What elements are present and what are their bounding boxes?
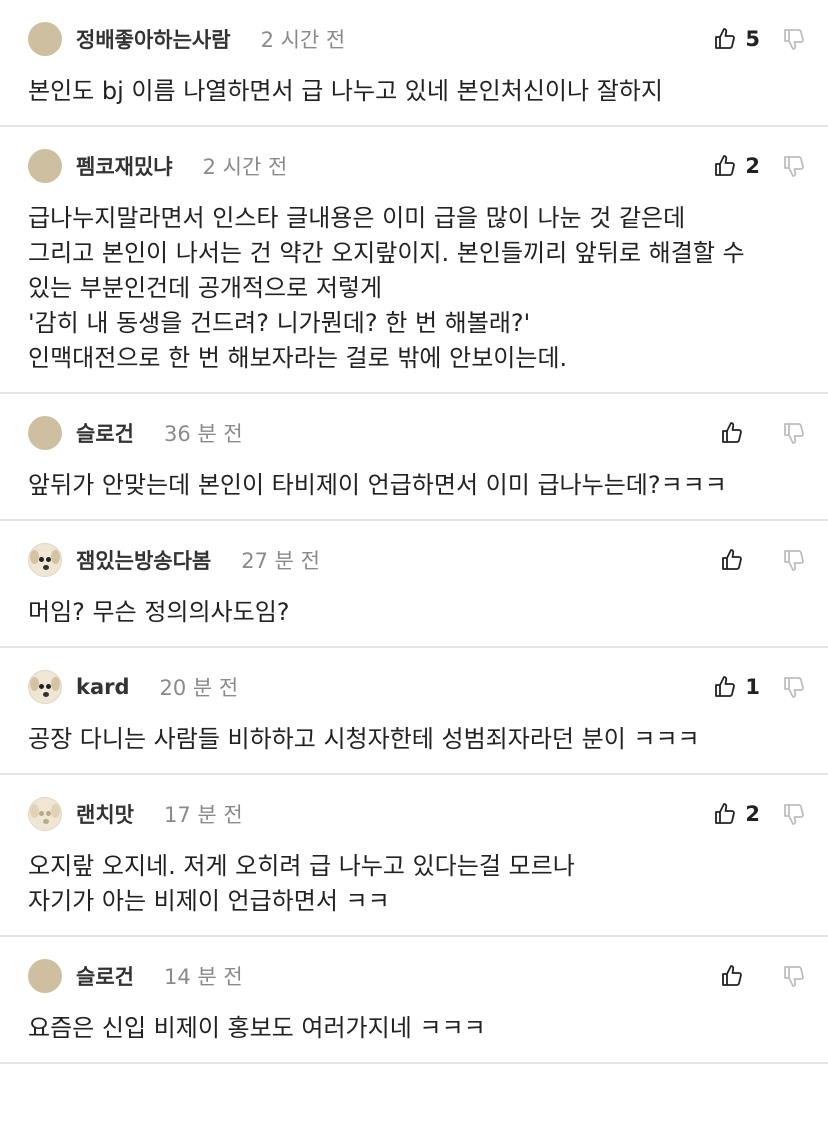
dislike-button[interactable] bbox=[782, 421, 806, 445]
username[interactable]: 잼있는방송다봄 bbox=[76, 545, 211, 575]
username[interactable]: kard bbox=[76, 675, 130, 699]
timestamp: 17 분 전 bbox=[163, 803, 243, 827]
dislike-button[interactable] bbox=[782, 27, 806, 51]
comment-text-line: 인맥대전으로 한 번 해보자라는 걸로 밖에 안보이는데. bbox=[28, 344, 568, 372]
comment-text-line: 공장 다니는 사람들 비하하고 시청자한테 성범죄자라던 분이 ㅋㅋㅋ bbox=[28, 725, 700, 753]
comment-header: 잼있는방송다봄 27 분 전 bbox=[28, 521, 806, 599]
timestamp: 14 분 전 bbox=[163, 965, 243, 989]
like-button[interactable]: 5 bbox=[713, 27, 760, 51]
comment-body: 오지랖 오지네. 저게 오히려 급 나누고 있다는걸 모르나자기가 아는 비제이… bbox=[28, 849, 806, 935]
avatar[interactable] bbox=[28, 416, 62, 450]
comment-item: 슬로건 14 분 전요즘은 신입 비제이 홍보도 여러가지네 ㅋㅋㅋ bbox=[0, 937, 828, 1064]
dislike-button[interactable] bbox=[782, 548, 806, 572]
like-button[interactable] bbox=[720, 421, 760, 445]
thumbs-down-icon bbox=[782, 964, 806, 988]
thumbs-down-icon bbox=[782, 802, 806, 826]
username[interactable]: 정배좋아하는사람 bbox=[76, 24, 231, 54]
comment-item: 펨코재밌냐 2 시간 전 2 급나누지말라면서 인스타 글내용은 이미 급을 많이 나… bbox=[0, 127, 828, 394]
thumbs-up-icon bbox=[713, 675, 737, 699]
comment-text-line: 급나누지말라면서 인스타 글내용은 이미 급을 많이 나눈 것 같은데 bbox=[28, 204, 686, 232]
thumbs-up-icon bbox=[720, 548, 744, 572]
dislike-button[interactable] bbox=[782, 675, 806, 699]
dislike-button[interactable] bbox=[782, 964, 806, 988]
comment-text-line: 오지랖 오지네. 저게 오히려 급 나누고 있다는걸 모르나 bbox=[28, 852, 575, 880]
dislike-button[interactable] bbox=[782, 802, 806, 826]
comment-header: 슬로건 36 분 전 bbox=[28, 394, 806, 472]
thumbs-up-icon bbox=[713, 154, 737, 178]
thumbs-up-icon bbox=[720, 964, 744, 988]
like-button[interactable] bbox=[720, 964, 760, 988]
timestamp: 2 시간 전 bbox=[260, 28, 346, 52]
avatar[interactable] bbox=[28, 543, 62, 577]
username[interactable]: 랜치맛 bbox=[76, 799, 134, 829]
thumbs-up-icon bbox=[720, 421, 744, 445]
dislike-button[interactable] bbox=[782, 154, 806, 178]
comment-body: 앞뒤가 안맞는데 본인이 타비제이 언급하면서 이미 급나누는데?ㅋㅋㅋ bbox=[28, 468, 806, 519]
comment-text-line: 본인도 bj 이름 나열하면서 급 나누고 있네 본인처신이나 잘하지 bbox=[28, 77, 663, 105]
username[interactable]: 슬로건 bbox=[76, 961, 134, 991]
comment-header: 정배좋아하는사람 2 시간 전 5 bbox=[28, 0, 806, 78]
timestamp: 20 분 전 bbox=[159, 676, 239, 700]
comment-item: 정배좋아하는사람 2 시간 전 5 본인도 bj 이름 나열하면서 급 나누고 있네 … bbox=[0, 0, 828, 127]
comment-item: kard 20 분 전 1 공장 다니는 사람들 비하하고 시청자한테 성범죄자라던 … bbox=[0, 648, 828, 775]
thumbs-down-icon bbox=[782, 421, 806, 445]
like-count: 5 bbox=[745, 27, 760, 51]
comment-body: 급나누지말라면서 인스타 글내용은 이미 급을 많이 나눈 것 같은데그리고 본… bbox=[28, 201, 806, 392]
comment-item: 랜치맛 17 분 전 2 오지랖 오지네. 저게 오히려 급 나누고 있다는걸 모르나… bbox=[0, 775, 828, 937]
like-count: 1 bbox=[745, 675, 760, 699]
comment-header: 펨코재밌냐 2 시간 전 2 bbox=[28, 127, 806, 205]
comment-text-line: 있는 부분인건데 공개적으로 저렇게 bbox=[28, 274, 383, 302]
thumbs-down-icon bbox=[782, 675, 806, 699]
avatar[interactable] bbox=[28, 22, 62, 56]
comment-header: kard 20 분 전 1 bbox=[28, 648, 806, 726]
like-button[interactable] bbox=[720, 548, 760, 572]
timestamp: 2 시간 전 bbox=[202, 155, 288, 179]
comment-text-line: '감히 내 동생을 건드려? 니가뭔데? 한 번 해볼래?' bbox=[28, 309, 531, 337]
timestamp: 36 분 전 bbox=[163, 422, 243, 446]
like-count: 2 bbox=[745, 802, 760, 826]
comment-header: 랜치맛 17 분 전 2 bbox=[28, 775, 806, 853]
like-button[interactable]: 1 bbox=[713, 675, 760, 699]
comment-text-line: 그리고 본인이 나서는 건 약간 오지랖이지. 본인들끼리 앞뒤로 해결할 수 bbox=[28, 239, 745, 267]
username[interactable]: 슬로건 bbox=[76, 418, 134, 448]
comment-body: 본인도 bj 이름 나열하면서 급 나누고 있네 본인처신이나 잘하지 bbox=[28, 74, 806, 125]
timestamp: 27 분 전 bbox=[241, 549, 320, 573]
comment-header: 슬로건 14 분 전 bbox=[28, 937, 806, 1015]
thumbs-down-icon bbox=[782, 154, 806, 178]
comment-list: 정배좋아하는사람 2 시간 전 5 본인도 bj 이름 나열하면서 급 나누고 있네 … bbox=[0, 0, 828, 1064]
like-button[interactable]: 2 bbox=[713, 802, 760, 826]
thumbs-down-icon bbox=[782, 27, 806, 51]
avatar[interactable] bbox=[28, 149, 62, 183]
like-count: 2 bbox=[745, 154, 760, 178]
comment-item: 잼있는방송다봄 27 분 전머임? 무슨 정의의사도임? bbox=[0, 521, 828, 648]
comment-text-line: 자기가 아는 비제이 언급하면서 ㅋㅋ bbox=[28, 887, 390, 915]
username[interactable]: 펨코재밌냐 bbox=[76, 151, 173, 181]
avatar[interactable] bbox=[28, 670, 62, 704]
comment-item: 슬로건 36 분 전앞뒤가 안맞는데 본인이 타비제이 언급하면서 이미 급나누는… bbox=[0, 394, 828, 521]
comment-text-line: 요즘은 신입 비제이 홍보도 여러가지네 ㅋㅋㅋ bbox=[28, 1014, 486, 1042]
comment-body: 공장 다니는 사람들 비하하고 시청자한테 성범죄자라던 분이 ㅋㅋㅋ bbox=[28, 722, 806, 773]
thumbs-up-icon bbox=[713, 802, 737, 826]
like-button[interactable]: 2 bbox=[713, 154, 760, 178]
avatar[interactable] bbox=[28, 959, 62, 993]
comment-body: 요즘은 신입 비제이 홍보도 여러가지네 ㅋㅋㅋ bbox=[28, 1011, 806, 1062]
comment-text-line: 머임? 무슨 정의의사도임? bbox=[28, 598, 290, 626]
avatar[interactable] bbox=[28, 797, 62, 831]
thumbs-down-icon bbox=[782, 548, 806, 572]
comment-text-line: 앞뒤가 안맞는데 본인이 타비제이 언급하면서 이미 급나누는데?ㅋㅋㅋ bbox=[28, 471, 727, 499]
comment-body: 머임? 무슨 정의의사도임? bbox=[28, 595, 806, 646]
thumbs-up-icon bbox=[713, 27, 737, 51]
